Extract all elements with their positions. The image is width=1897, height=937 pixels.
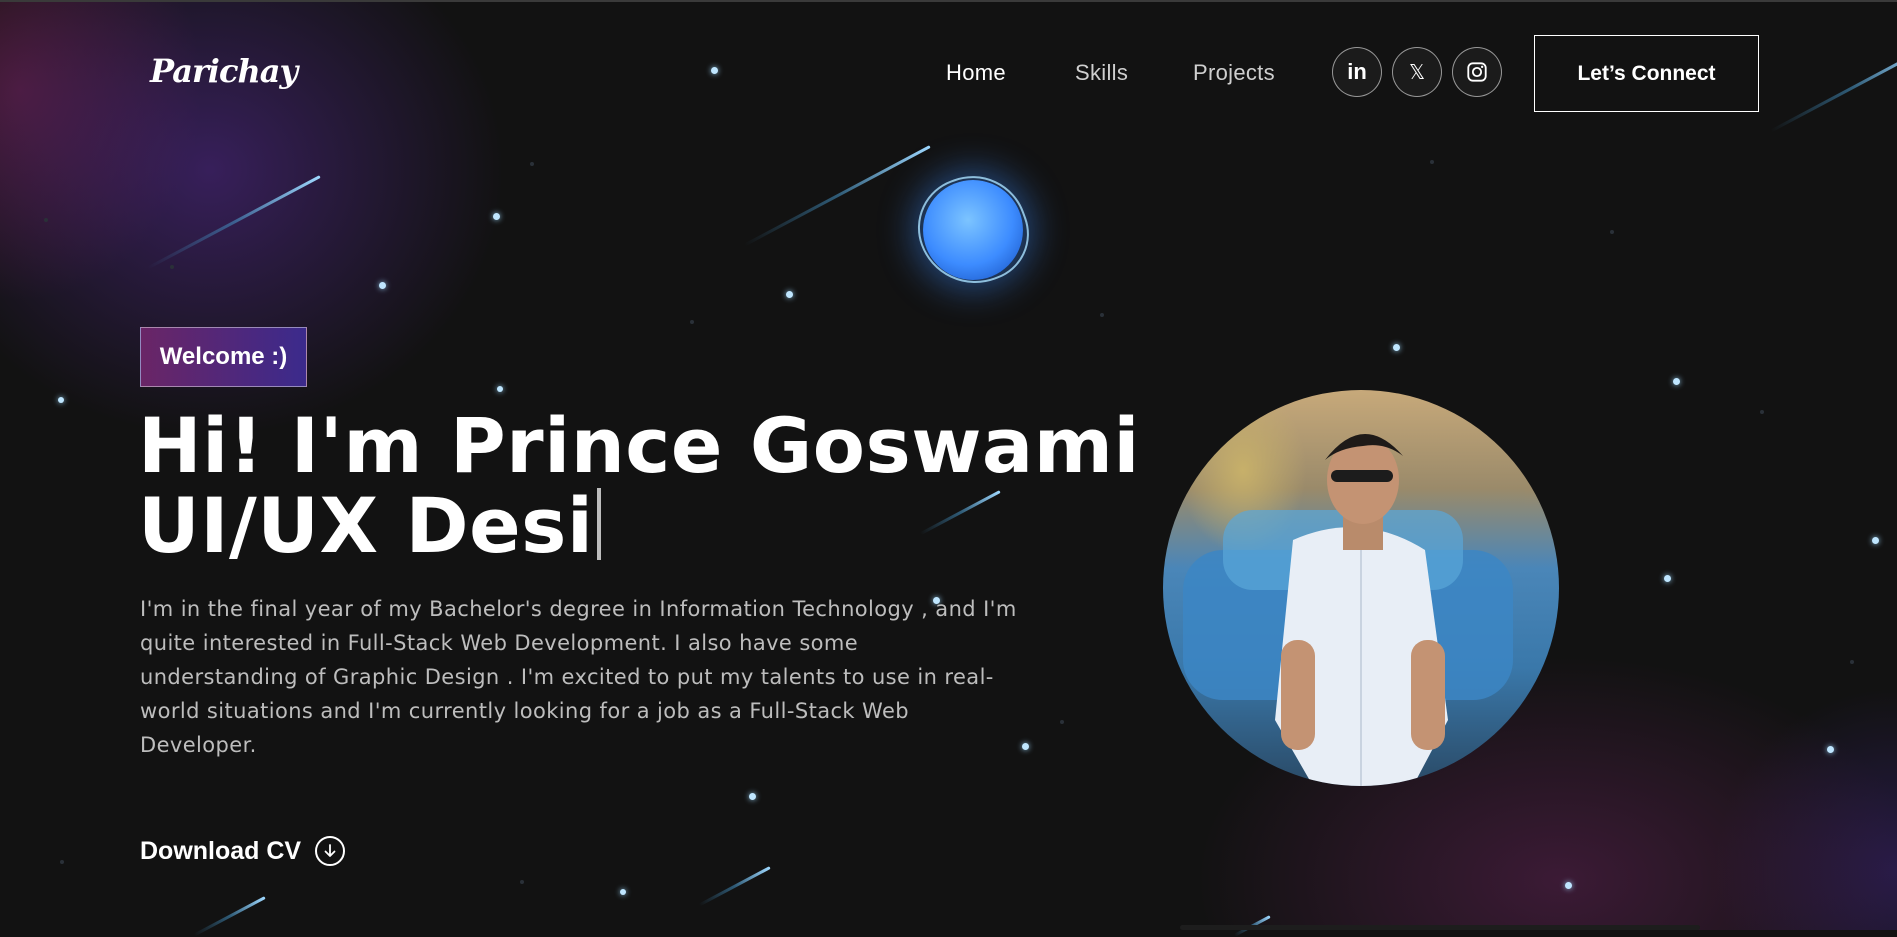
linkedin-icon: in xyxy=(1347,59,1367,84)
linkedin-button[interactable]: in xyxy=(1332,47,1382,97)
background-dot xyxy=(530,162,534,166)
star xyxy=(379,282,386,289)
background-dot xyxy=(170,265,174,269)
top-navbar: Parichay Home Skills Projects in 𝕏 Let’s… xyxy=(0,0,1897,140)
star xyxy=(749,793,756,800)
star xyxy=(786,291,793,298)
background-dot xyxy=(1060,720,1064,724)
arrow-down-circle-icon xyxy=(315,836,346,866)
star xyxy=(1872,537,1879,544)
hero-headline: Hi! I'm Prince Goswami UI/UX Desi xyxy=(138,406,1140,566)
background-dot xyxy=(690,320,694,324)
star xyxy=(58,397,64,403)
star xyxy=(620,889,626,895)
star xyxy=(497,386,503,392)
typing-text: UI/UX Desi xyxy=(138,481,594,570)
background-dot xyxy=(1760,410,1764,414)
nav-link-projects[interactable]: Projects xyxy=(1193,60,1275,86)
star xyxy=(1393,344,1400,351)
download-cv-button[interactable]: Download CV xyxy=(140,836,346,866)
x-icon: 𝕏 xyxy=(1408,60,1426,84)
instagram-button[interactable] xyxy=(1452,47,1502,97)
background-dot xyxy=(520,880,524,884)
background-dot xyxy=(1430,160,1434,164)
profile-photo xyxy=(1163,390,1559,786)
headline-line-2: UI/UX Desi xyxy=(138,486,1140,566)
site-logo[interactable]: Parichay xyxy=(150,52,298,90)
background-dot xyxy=(1100,313,1104,317)
star xyxy=(1827,746,1834,753)
star xyxy=(1673,378,1680,385)
background-dot xyxy=(1610,230,1614,234)
download-cv-label: Download CV xyxy=(140,836,302,865)
star xyxy=(1664,575,1671,582)
x-twitter-button[interactable]: 𝕏 xyxy=(1392,47,1442,97)
welcome-badge: Welcome :) xyxy=(140,327,307,387)
profile-person-illustration xyxy=(1183,433,1513,786)
background-dot xyxy=(1850,660,1854,664)
nav-link-home[interactable]: Home xyxy=(946,60,1006,86)
nav-link-skills[interactable]: Skills xyxy=(1075,60,1128,86)
star xyxy=(493,213,500,220)
background-dot xyxy=(60,860,64,864)
lets-connect-button[interactable]: Let’s Connect xyxy=(1534,35,1759,112)
background-dot xyxy=(44,218,48,222)
hero-bio: I'm in the final year of my Bachelor's d… xyxy=(140,597,1017,757)
star xyxy=(1565,882,1572,889)
instagram-icon xyxy=(1467,62,1487,82)
typing-caret xyxy=(597,488,602,560)
scroll-edge-bar xyxy=(1180,925,1700,930)
star xyxy=(1022,743,1029,750)
planet-orb-graphic xyxy=(903,160,1043,300)
headline-line-1: Hi! I'm Prince Goswami xyxy=(138,401,1140,490)
